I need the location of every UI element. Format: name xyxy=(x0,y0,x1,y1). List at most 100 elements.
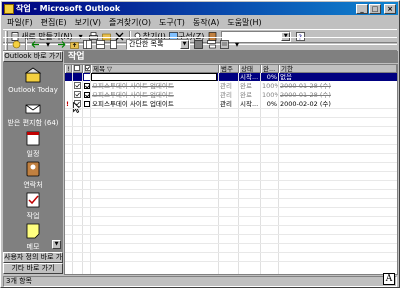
grid-line xyxy=(260,73,261,274)
group-by-box-button[interactable] xyxy=(205,38,217,50)
grid-line xyxy=(65,171,397,172)
new-task-row[interactable]: 시작... 0% 없음 xyxy=(65,73,397,81)
scroll-down-icon[interactable]: ▼ xyxy=(52,240,61,249)
outlook-bar-icon xyxy=(193,39,203,49)
folder-title: 작업 xyxy=(68,52,85,62)
shortcut-tasks[interactable]: 작업 xyxy=(3,192,63,221)
current-view-select[interactable]: 간단한 목록 ▼ xyxy=(126,38,190,50)
sort-ascending-icon: ▽ xyxy=(107,65,113,73)
menu-file[interactable]: 파일(F) xyxy=(3,17,37,28)
outlook-bar-button[interactable] xyxy=(192,38,204,50)
col-complete[interactable] xyxy=(83,65,91,73)
col-percent[interactable]: 완... xyxy=(261,65,279,73)
close-button[interactable]: × xyxy=(384,3,396,14)
grid-line xyxy=(65,180,397,181)
task-due: 2000-02-02 (수) xyxy=(280,100,331,108)
group-by-icon xyxy=(206,39,216,48)
folder-banner: 작업 xyxy=(64,51,398,63)
print-preview-button[interactable] xyxy=(107,38,119,50)
task-status: 시작... xyxy=(240,100,259,108)
col-category[interactable]: 범주 xyxy=(219,65,239,73)
col-due[interactable]: 기한 xyxy=(279,65,397,73)
task-status: 완료 xyxy=(240,82,252,90)
back-dropdown-icon[interactable]: ▾ xyxy=(42,38,54,50)
grid-line xyxy=(65,108,397,109)
menu-help[interactable]: 도움말(H) xyxy=(223,17,265,28)
grid-line xyxy=(65,216,397,217)
grid-line xyxy=(65,126,397,127)
shortcut-outlook-today[interactable]: Outlook Today xyxy=(3,67,63,94)
outlook-shortcuts-pane: Outlook Today 받은 편지함 (64) 일정 연락처 작업 메모 ▼ xyxy=(3,62,63,252)
forward-button[interactable] xyxy=(55,38,67,50)
task-row[interactable]: 오피스투데이 사이트 업데이트 관리 완료 100% 2000-01-28 (수… xyxy=(65,91,397,99)
grid-line xyxy=(65,189,397,190)
preview-pane-icon xyxy=(95,39,105,49)
field-chooser-icon xyxy=(219,39,229,49)
outlook-today-button[interactable] xyxy=(10,38,22,50)
outlook-today-icon xyxy=(24,67,42,83)
menu-tools[interactable]: 도구(T) xyxy=(155,17,189,28)
task-row[interactable]: ! 오피스투데이 사이트 업데이트 관리 시작... 0% 2000-02-02… xyxy=(65,100,397,108)
menu-bar: 파일(F) 편집(E) 보기(V) 즐겨찾기(O) 도구(T) 동작(A) 도움… xyxy=(3,16,397,28)
outlook-bar: Outlook 바로 가기 Outlook Today 받은 편지함 (64) … xyxy=(3,51,63,275)
folder-list-button[interactable] xyxy=(81,38,93,50)
notes-icon xyxy=(26,223,40,239)
task-due: 2000-01-28 (수) xyxy=(280,82,331,90)
col-subject[interactable]: 제목 ▽ xyxy=(91,65,219,73)
menu-view[interactable]: 보기(V) xyxy=(71,17,105,28)
other-shortcuts-group-button[interactable]: 기타 바로 가기 xyxy=(3,263,63,274)
contacts-icon xyxy=(26,161,40,177)
up-folder-icon xyxy=(69,41,79,49)
column-header-row: ! 제목 ▽ 범주 상태 완... 기한 xyxy=(65,65,397,73)
new-task-subject-value xyxy=(91,73,217,81)
back-button[interactable] xyxy=(29,38,41,50)
shortcut-inbox[interactable]: 받은 편지함 (64) xyxy=(3,99,63,128)
shortcut-calendar[interactable]: 일정 xyxy=(3,130,63,159)
toolbar-separator xyxy=(25,38,27,50)
my-shortcuts-group-button[interactable]: 사용자 정의 바로 가기 xyxy=(3,252,63,263)
ime-indicator[interactable]: A xyxy=(383,273,395,285)
grid-line xyxy=(278,73,279,274)
shortcut-label: 받은 편지함 (64) xyxy=(7,119,59,127)
grid-line xyxy=(65,243,397,244)
task-clipboard-icon xyxy=(74,91,81,98)
new-task-status: 시작... xyxy=(240,73,259,81)
maximize-button[interactable]: □ xyxy=(369,3,381,14)
task-category: 관리 xyxy=(220,91,232,99)
preview-pane-button[interactable] xyxy=(94,38,106,50)
col-subject-label: 제목 xyxy=(93,65,105,73)
toolbar-grip[interactable] xyxy=(5,38,8,50)
print-preview-icon xyxy=(109,39,117,49)
grid-line xyxy=(65,144,397,145)
grid-line xyxy=(65,153,397,154)
new-task-percent: 0% xyxy=(266,73,277,81)
grid-line xyxy=(218,73,219,274)
menu-edit[interactable]: 편집(E) xyxy=(37,17,71,28)
up-folder-button[interactable] xyxy=(68,38,80,50)
grid-line xyxy=(65,198,397,199)
shortcut-contacts[interactable]: 연락처 xyxy=(3,161,63,190)
new-task-subject-input[interactable] xyxy=(91,73,219,81)
task-row[interactable]: 오피스투데이 사이트 업데이트 관리 완료 100% 2000-01-28 (수… xyxy=(65,82,397,90)
task-header-icon xyxy=(74,65,80,71)
outlook-today-small-icon xyxy=(12,40,20,48)
field-chooser-button[interactable] xyxy=(218,38,230,50)
col-status[interactable]: 상태 xyxy=(239,65,261,73)
minimize-button[interactable]: _ xyxy=(356,3,368,14)
task-subject: 오피스투데이 사이트 업데이트 xyxy=(92,91,174,99)
tools-dropdown-icon[interactable]: ▾ xyxy=(231,38,243,50)
title-bar: 작업 - Microsoft Outlook _ □ × xyxy=(2,2,398,15)
col-icon[interactable] xyxy=(72,65,83,73)
current-view-value: 간단한 목록 xyxy=(129,40,164,48)
grid-line xyxy=(65,207,397,208)
menu-favorites[interactable]: 즐겨찾기(O) xyxy=(105,17,155,28)
col-importance[interactable]: ! xyxy=(65,65,72,73)
chevron-down-icon[interactable]: ▼ xyxy=(180,39,189,49)
task-due: 2000-01-28 (수) xyxy=(280,91,331,99)
menu-actions[interactable]: 동작(A) xyxy=(189,17,223,28)
task-percent: 100% xyxy=(262,91,279,99)
outlook-shortcuts-group-button[interactable]: Outlook 바로 가기 xyxy=(3,51,63,62)
task-clipboard-icon xyxy=(74,82,81,89)
forward-arrow-icon xyxy=(57,40,65,48)
task-subject: 오피스투데이 사이트 업데이트 xyxy=(92,100,174,108)
